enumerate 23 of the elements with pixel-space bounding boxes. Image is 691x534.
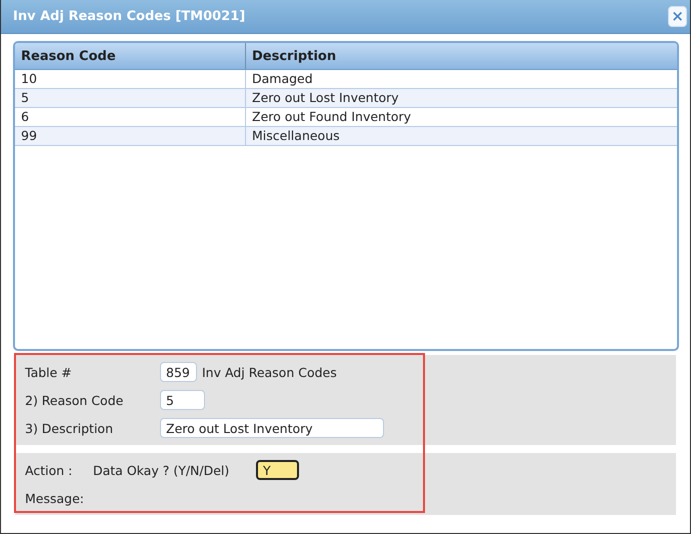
input-field[interactable]: 5 xyxy=(160,390,205,410)
field-label: 2) Reason Code xyxy=(25,392,124,408)
input-field[interactable]: Zero out Lost Inventory xyxy=(160,418,384,438)
table-cell-text: 10 xyxy=(20,70,38,88)
close-button[interactable]: × xyxy=(668,6,687,27)
column-header[interactable]: Description xyxy=(245,43,677,69)
message-label: Message: xyxy=(25,490,84,506)
column-header[interactable]: Reason Code xyxy=(15,43,245,69)
table-cell: Zero out Found Inventory xyxy=(245,108,677,126)
field-label: 3) Description xyxy=(25,420,114,436)
table-cell-text: 6 xyxy=(20,108,30,126)
input-field[interactable]: Y xyxy=(256,460,299,480)
table-cell: Damaged xyxy=(245,70,677,88)
table-cell: Miscellaneous xyxy=(245,127,677,145)
table-cell-text: 5 xyxy=(20,89,30,107)
table-cell: Zero out Lost Inventory xyxy=(245,89,677,107)
table-cell-text: 99 xyxy=(20,127,38,145)
field-label: Table # xyxy=(25,364,73,380)
prompt-label: Data Okay ? (Y/N/Del) xyxy=(93,462,230,478)
window-title: Inv Adj Reason Codes [TM0021] xyxy=(13,9,246,24)
action-label: Action : xyxy=(25,462,74,478)
input-field[interactable]: 859 xyxy=(160,362,197,382)
table-name: Inv Adj Reason Codes xyxy=(202,364,337,380)
